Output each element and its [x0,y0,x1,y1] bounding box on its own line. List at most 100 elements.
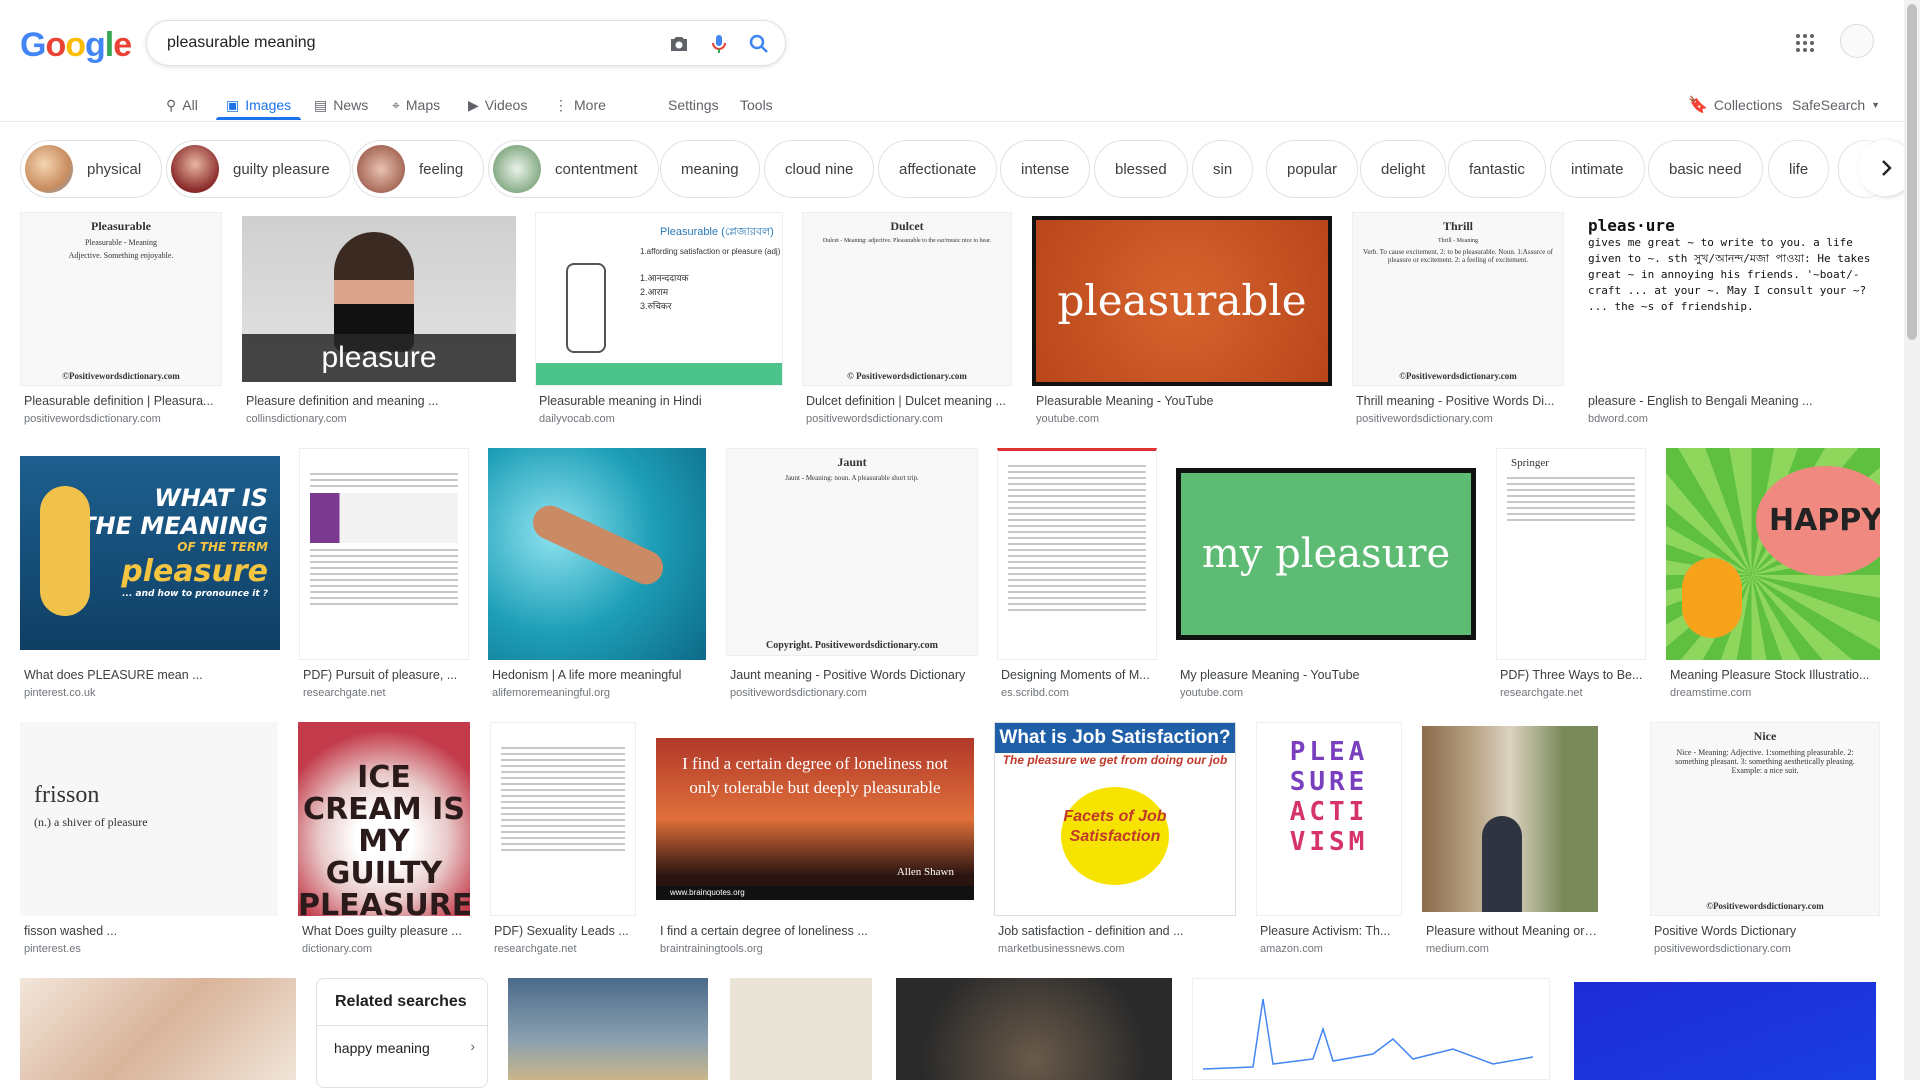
chip-contentment[interactable]: contentment [488,140,659,198]
tab-videos[interactable]: ▶ Videos [468,90,527,120]
image-result[interactable]: PLEA SURE ACTI VISM Pleasure Activism: T… [1256,722,1402,962]
result-title[interactable]: Thrill meaning - Positive Words Di... [1356,394,1564,408]
image-result[interactable]: ICE CREAM IS MY GUILTY PLEASURE What Doe… [298,722,470,962]
image-result[interactable]: Dulcet Dulcet - Meaning: adjective. Plea… [802,212,1012,430]
result-domain: collinsdictionary.com [246,413,347,425]
image-result[interactable]: Pleasure without Meaning or Bea... mediu… [1422,722,1598,962]
result-title[interactable]: Pleasurable Meaning - YouTube [1036,394,1332,408]
image-result[interactable]: Thrill Thrill - Meaning Verb. To cause e… [1352,212,1564,430]
result-image [1192,978,1550,1080]
tab-all[interactable]: ⚲ All [166,90,198,120]
result-title[interactable]: Meaning Pleasure Stock Illustratio... [1670,668,1880,682]
scrollbar-thumb[interactable] [1907,4,1917,340]
chip-label: life [1789,160,1809,178]
search-box[interactable]: pleasurable meaning [146,20,786,66]
chip-affectionate[interactable]: affectionate [878,140,998,198]
image-result[interactable]: pleas·ure gives me great ~ to write to y… [1584,212,1880,430]
apps-grid-icon[interactable] [1794,32,1816,54]
image-result[interactable]: pleasurable Pleasurable Meaning - YouTub… [1032,212,1332,430]
chip-life[interactable]: life [1768,140,1830,198]
chip-feeling[interactable]: feeling [352,140,485,198]
chip-physical[interactable]: physical [20,140,163,198]
result-title[interactable]: Pleasure Activism: Th... [1260,924,1402,938]
result-title[interactable]: Pleasurable meaning in Hindi [539,394,783,408]
related-search-item[interactable]: happy meaning › [317,1025,487,1069]
result-image: Thrill Thrill - Meaning Verb. To cause e… [1352,212,1564,386]
image-result[interactable]: I find a certain degree of loneliness no… [656,722,974,962]
search-input[interactable]: pleasurable meaning [167,34,316,52]
result-title[interactable]: Pleasure definition and meaning ... [246,394,516,408]
result-title[interactable]: Pleasurable definition | Pleasura... [24,394,222,408]
chip-delight[interactable]: delight [1360,140,1447,198]
image-result[interactable]: pleasure Pleasure definition and meaning… [242,212,516,430]
chip-popular[interactable]: popular [1266,140,1359,198]
result-title[interactable]: What does PLEASURE mean ... [24,668,280,682]
microphone-icon[interactable] [707,32,731,56]
result-title[interactable]: Dulcet definition | Dulcet meaning ... [806,394,1012,408]
collections-link[interactable]: 🔖 Collections [1688,90,1782,120]
image-result[interactable]: HAPPY Meaning Pleasure Stock Illustratio… [1666,448,1880,704]
result-title[interactable]: pleasure - English to Bengali Meaning ..… [1588,394,1880,408]
video-icon: ▶ [468,96,479,113]
result-title[interactable]: Hedonism | A life more meaningful [492,668,706,682]
search-icon[interactable] [747,32,771,56]
image-result[interactable]: frisson (n.) a shiver of pleasure fisson… [20,722,278,962]
image-result[interactable] [730,978,872,1080]
result-domain: alifemoremeaningful.org [492,687,611,699]
chip-cloud-nine[interactable]: cloud nine [764,140,875,198]
image-result[interactable]: Nice Nice - Meaning: Adjective. 1:someth… [1650,722,1880,962]
tab-news[interactable]: ▤ News [314,90,368,120]
chip-blessed[interactable]: blessed [1094,140,1188,198]
settings-link[interactable]: Settings [668,90,719,120]
result-title[interactable]: What Does guilty pleasure ... [302,924,470,938]
result-title[interactable]: Pleasure without Meaning or Bea... [1426,924,1598,938]
image-result[interactable]: Jaunt Jaunt - Meaning: noun. A pleasurab… [726,448,978,704]
image-result[interactable]: PDF) Sexuality Leads ... researchgate.ne… [490,722,636,962]
safesearch-menu[interactable]: SafeSearch ▼ [1792,90,1880,120]
chip-sin[interactable]: sin [1192,140,1254,198]
result-image: Pleasurable (প্লেজারবল) 1.affording sati… [535,212,783,386]
chip-meaning[interactable]: meaning [660,140,760,198]
chip-intimate[interactable]: intimate [1550,140,1645,198]
image-result[interactable]: PDF) Pursuit of pleasure, ... researchga… [299,448,469,704]
google-logo[interactable]: Google [20,26,132,65]
result-title[interactable]: PDF) Three Ways to Be... [1500,668,1646,682]
image-result[interactable] [896,978,1172,1080]
image-result[interactable] [1192,978,1550,1080]
tab-more[interactable]: ⋮ More [554,90,606,120]
result-title[interactable]: Jaunt meaning - Positive Words Dictionar… [730,668,978,682]
camera-icon[interactable] [667,32,691,56]
tab-maps[interactable]: ⌖ Maps [392,90,440,120]
result-title[interactable]: Positive Words Dictionary [1654,924,1880,938]
chip-label: basic need [1669,160,1742,178]
chip-guilty-pleasure[interactable]: guilty pleasure [166,140,351,198]
tab-images[interactable]: ▣ Images [226,90,291,120]
image-result[interactable]: What is Job Satisfaction? The pleasure w… [994,722,1236,962]
image-result[interactable] [1574,982,1876,1080]
tab-label: Videos [484,97,528,113]
chip-basic-need[interactable]: basic need [1648,140,1763,198]
result-title[interactable]: Job satisfaction - definition and ... [998,924,1236,938]
bookmark-icon: 🔖 [1688,97,1708,114]
image-result[interactable]: Hedonism | A life more meaningful alifem… [488,448,706,704]
avatar[interactable] [1840,24,1874,58]
image-result[interactable]: Pleasurable Pleasurable - Meaning Adject… [20,212,222,430]
result-title[interactable]: Designing Moments of M... [1001,668,1157,682]
result-title[interactable]: I find a certain degree of loneliness ..… [660,924,974,938]
result-title[interactable]: fisson washed ... [24,924,278,938]
chip-intense[interactable]: intense [1000,140,1091,198]
image-result[interactable] [508,978,708,1080]
image-text: Adjective. Something enjoyable. [68,251,174,260]
image-result[interactable]: Designing Moments of M... es.scribd.com [997,448,1157,704]
image-result[interactable] [20,978,296,1080]
tools-link[interactable]: Tools [740,90,773,120]
result-title[interactable]: PDF) Sexuality Leads ... [494,924,636,938]
result-title[interactable]: PDF) Pursuit of pleasure, ... [303,668,469,682]
image-text: What is Job Satisfaction? [995,723,1235,753]
chip-fantastic[interactable]: fantastic [1448,140,1546,198]
result-title[interactable]: My pleasure Meaning - YouTube [1180,668,1476,682]
image-result[interactable]: my pleasure My pleasure Meaning - YouTub… [1176,448,1476,704]
image-result[interactable]: Springer PDF) Three Ways to Be... resear… [1496,448,1646,704]
image-result[interactable]: WHAT IS THE MEANING OF THE TERM pleasure… [20,448,280,704]
image-result[interactable]: Pleasurable (প্লেজারবল) 1.affording sati… [535,212,783,430]
